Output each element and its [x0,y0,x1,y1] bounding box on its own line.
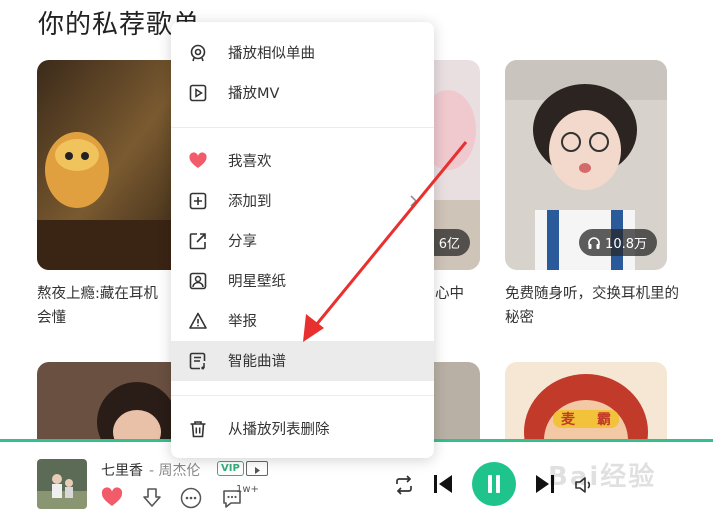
mv-icon[interactable] [246,461,268,476]
playlist-card-6[interactable]: 麦 霸 [505,362,667,439]
menu-item-play-similar[interactable]: 播放相似单曲 [171,33,434,73]
playlist-card-2-title[interactable]: 心中 [435,282,475,306]
menu-divider [171,127,434,128]
vip-badge: VIP [217,461,244,476]
previous-track-icon[interactable] [432,473,454,495]
album-cover[interactable] [37,459,87,509]
menu-item-label: 分享 [228,234,257,250]
menu-item-add-to[interactable]: 添加到 [171,181,434,221]
wallpaper-icon [189,272,207,290]
song-title[interactable]: 七里香 [101,460,143,480]
headphones-icon [588,236,600,249]
menu-item-wallpaper[interactable]: 明星壁纸 [171,261,434,301]
menu-item-share[interactable]: 分享 [171,221,434,261]
menu-item-like[interactable]: 我喜欢 [171,141,434,181]
heart-icon[interactable] [101,487,123,507]
menu-item-report[interactable]: 举报 [171,301,434,341]
menu-item-label: 我喜欢 [228,154,272,170]
report-icon [189,312,207,329]
svg-text:霸: 霸 [597,412,611,428]
menu-item-label: 添加到 [228,194,272,210]
pause-button[interactable] [472,462,516,506]
song-artist[interactable]: - 周杰伦 [149,460,201,480]
menu-item-label: 举报 [228,314,257,330]
pause-icon [488,475,500,493]
playlist-cover-art: 麦 霸 [505,362,667,439]
menu-item-smart-sheet[interactable]: 智能曲谱 [171,341,434,381]
repeat-icon[interactable] [393,474,415,496]
comment-count: 1w+ [236,484,259,495]
playlist-card-3-title[interactable]: 免费随身听，交换耳机里的 秘密 [505,282,715,330]
similar-songs-icon [190,44,206,62]
heart-icon [189,152,207,168]
chevron-right-icon [410,195,418,207]
play-count-badge: 10.8万 [579,229,657,256]
menu-item-label: 明星壁纸 [228,274,286,290]
playlist-cover-art [434,362,480,439]
playlist-card-5[interactable] [434,362,480,439]
add-icon [189,192,207,210]
watermark: Bai经验 [548,462,657,492]
menu-item-label: 播放相似单曲 [228,46,315,62]
trash-icon [190,421,206,438]
download-icon[interactable] [141,487,163,509]
more-icon[interactable] [180,487,202,509]
svg-text:麦: 麦 [561,411,576,428]
menu-divider [171,395,434,396]
menu-item-label: 智能曲谱 [228,354,286,370]
album-cover-art [37,459,87,509]
mv-play-icon [189,84,207,102]
context-menu: 播放相似单曲 播放MV 我喜欢 添加到 分享 明星壁纸 举报 智能曲谱 从播放列… [171,22,434,458]
menu-item-label: 播放MV [228,86,280,102]
playlist-card-3[interactable]: 10.8万 [505,60,667,270]
sheet-music-icon [189,352,206,370]
menu-item-label: 从播放列表删除 [228,422,330,438]
menu-item-remove-from-playlist[interactable]: 从播放列表删除 [171,409,434,449]
share-icon [189,233,206,250]
menu-item-play-mv[interactable]: 播放MV [171,73,434,113]
